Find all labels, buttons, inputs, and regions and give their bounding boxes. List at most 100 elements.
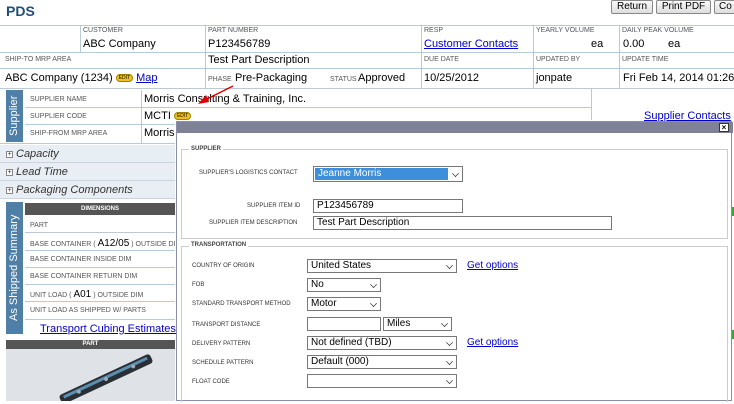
chevron-down-icon (446, 262, 453, 269)
country-select[interactable]: United States (307, 259, 457, 273)
part-image-icon (59, 354, 153, 404)
logistics-contact-select[interactable]: Jeanne Morris (313, 166, 463, 182)
unit-load-outside-label: UNIT LOAD ( A01 ) OUTSIDE DIM (30, 289, 143, 300)
section-lead-time-label: Lead Time (16, 166, 68, 178)
base-container-code: A12/05 (97, 238, 130, 249)
section-capacity-label: Capacity (16, 148, 59, 160)
delivery-pattern-value: Not defined (TBD) (311, 337, 392, 348)
update-time-label: UPDATE TIME (622, 56, 669, 63)
page-title: PDS (6, 3, 35, 19)
supplier-item-id-label: SUPPLIER ITEM ID (247, 203, 301, 209)
section-packaging-components[interactable]: + Packaging Components (0, 181, 175, 199)
chevron-down-icon (446, 339, 453, 346)
transport-cubing-link[interactable]: Transport Cubing Estimates (40, 323, 176, 335)
schedule-pattern-select[interactable]: Default (000) (307, 355, 457, 369)
country-label: COUNTRY OF ORIGIN (192, 263, 255, 269)
section-packaging-label: Packaging Components (16, 184, 133, 196)
fob-select[interactable]: No (307, 278, 381, 292)
expand-icon: + (6, 150, 13, 158)
supplier-code-text: MCTI (144, 110, 171, 122)
chevron-down-icon (441, 320, 448, 327)
get-options-link-delivery[interactable]: Get options (467, 337, 518, 348)
supplier-item-id-input[interactable]: P123456789 (313, 199, 463, 213)
float-code-select[interactable] (307, 374, 457, 388)
supplier-item-desc-label: SUPPLIER ITEM DESCRIPTION (209, 220, 298, 226)
distance-unit-select[interactable]: Miles (383, 317, 452, 331)
ship-to-value: ABC Company (1234) EDIT Map (5, 72, 158, 84)
return-button[interactable]: Return (611, 0, 653, 14)
unit-load-pre: UNIT LOAD ( (30, 292, 72, 299)
ship-to-text: ABC Company (1234) (5, 72, 113, 84)
delivery-pattern-select[interactable]: Not defined (TBD) (307, 336, 457, 350)
print-pdf-button[interactable]: Print PDF (656, 0, 711, 14)
dimensions-header: DIMENSIONS (25, 203, 175, 215)
chevron-down-icon (370, 300, 377, 307)
supplier-code-label: SUPPLIER CODE (30, 113, 87, 120)
logistics-contact-label: SUPPLIER'S LOGISTICS CONTACT (199, 170, 298, 176)
due-date-label: DUE DATE (424, 56, 459, 63)
supplier-legend: SUPPLIER (189, 146, 224, 152)
transport-method-select[interactable]: Motor (307, 297, 381, 311)
unit-load-shipped-label: UNIT LOAD AS SHIPPED W/ PARTS (30, 307, 146, 314)
ship-from-value: Morris (144, 127, 175, 139)
transport-distance-label: TRANSPORT DISTANCE (192, 322, 261, 328)
get-options-link-country[interactable]: Get options (467, 260, 518, 271)
resp-label: RESP (424, 27, 444, 34)
base-container-post: ) OUTSIDE DI (131, 241, 176, 248)
edit-ship-to-button[interactable]: EDIT (115, 74, 134, 83)
daily-peak-unit: ea (668, 38, 681, 50)
ship-to-label: SHIP-TO MRP AREA (5, 56, 72, 63)
ship-from-label: SHIP-FROM MRP AREA (30, 130, 108, 137)
float-code-label: FLOAT CODE (192, 379, 230, 385)
fob-label: FOB (192, 282, 205, 288)
transport-method-value: Motor (311, 298, 337, 309)
part-description: Test Part Description (208, 54, 310, 66)
daily-peak-value: 0.00 (623, 38, 645, 50)
delivery-pattern-label: DELIVERY PATTERN (192, 341, 251, 347)
updated-by-label: UPDATED BY (536, 56, 581, 63)
chevron-down-icon (446, 377, 453, 384)
map-link[interactable]: Map (136, 72, 157, 84)
supplier-item-desc-input[interactable]: Test Part Description (313, 216, 612, 230)
part-image-area (6, 349, 175, 404)
unit-load-post: ) OUTSIDE DIM (93, 292, 144, 299)
part-image-header: PART (6, 340, 175, 349)
chevron-down-icon (446, 358, 453, 365)
due-date-value: 10/25/2012 (424, 72, 480, 84)
transportation-legend: TRANSPORTATION (189, 242, 249, 248)
expand-icon: + (6, 186, 13, 194)
yearly-volume-unit: ea (591, 38, 604, 50)
updated-by-value: jonpate (536, 72, 573, 84)
as-shipped-summary-tab[interactable]: As Shipped Summary (6, 202, 23, 334)
customer-label: CUSTOMER (83, 27, 123, 34)
part-dim-label: PART (30, 222, 49, 229)
logistics-contact-value: Jeanne Morris (315, 168, 448, 180)
close-icon[interactable]: × (719, 123, 729, 132)
distance-unit-value: Miles (387, 318, 411, 329)
supplier-name-label: SUPPLIER NAME (30, 96, 87, 103)
transport-distance-input[interactable] (307, 317, 381, 331)
status-label: STATUS (330, 76, 357, 83)
base-container-return-label: BASE CONTAINER RETURN DIM (30, 273, 138, 280)
section-capacity[interactable]: + Capacity (0, 145, 175, 163)
copy-button[interactable]: Co (714, 0, 734, 14)
country-value: United States (311, 260, 372, 271)
chevron-down-icon (370, 281, 377, 288)
base-container-outside-label: BASE CONTAINER ( A12/05 ) OUTSIDE DI (30, 238, 176, 249)
part-number-value: P123456789 (208, 38, 271, 50)
supplier-tab[interactable]: Supplier (6, 90, 23, 142)
section-lead-time[interactable]: + Lead Time (0, 163, 175, 181)
update-time-value: Fri Feb 14, 2014 01:26 F (623, 72, 734, 84)
unit-load-code: A01 (73, 289, 92, 300)
phase-label: PHASE (208, 76, 232, 83)
customer-contacts-link[interactable]: Customer Contacts (424, 38, 518, 50)
status-value: Approved (358, 72, 406, 84)
schedule-pattern-value: Default (000) (311, 356, 369, 367)
yearly-volume-label: YEARLY VOLUME (536, 27, 595, 34)
dialog-titlebar (177, 122, 733, 133)
edit-supplier-button[interactable]: EDIT (173, 112, 192, 121)
schedule-pattern-label: SCHEDULE PATTERN (192, 360, 254, 366)
arrow-annotation-icon (198, 85, 234, 104)
chevron-down-icon (452, 170, 459, 177)
phase-value: Pre-Packaging (235, 72, 308, 84)
